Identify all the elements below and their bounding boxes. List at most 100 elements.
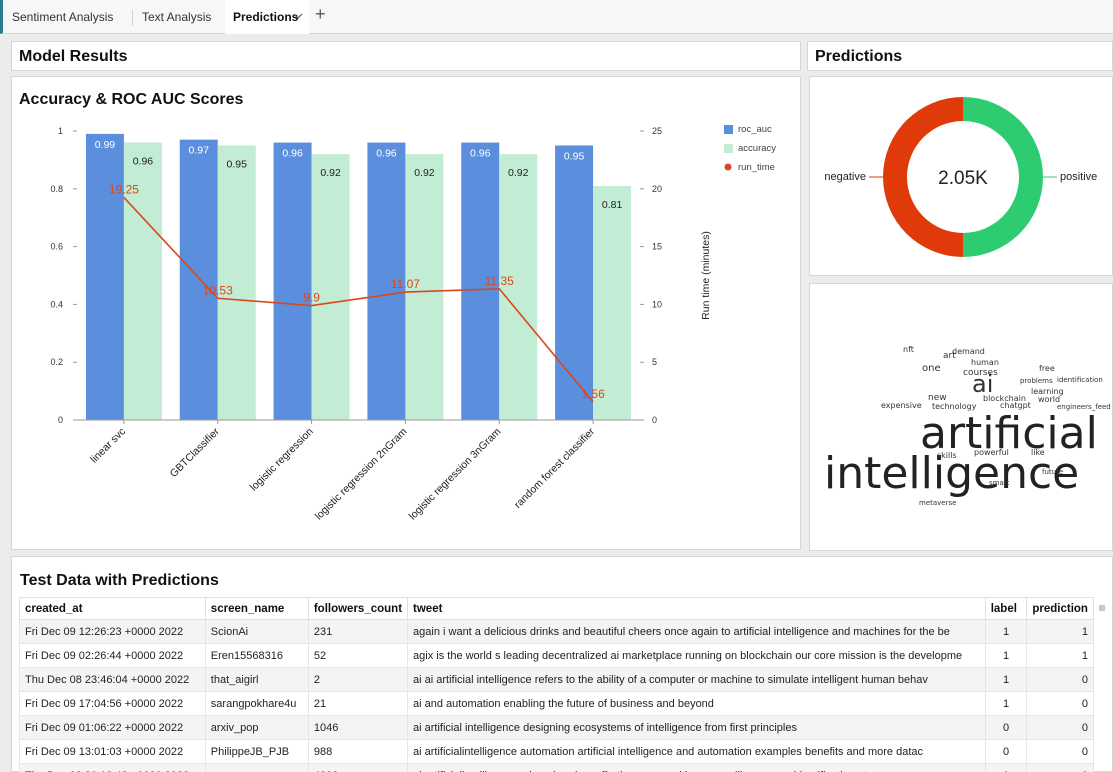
- column-header-tweet[interactable]: tweet: [407, 597, 986, 620]
- word-cloud-word: demand: [952, 347, 985, 356]
- legend-swatch: [724, 144, 733, 153]
- add-tab-icon[interactable]: +: [315, 4, 326, 25]
- y-tick-label: 0.2: [50, 357, 63, 367]
- cell-screen-name: that_aigirl: [204, 667, 309, 692]
- cell-tweet: ai ai artificial intelligence refers to …: [407, 667, 986, 692]
- cell-prediction: 0: [1026, 739, 1094, 764]
- bar-accuracy: [593, 185, 632, 420]
- bar-value-label: 0.96: [470, 148, 491, 160]
- y2-tick-label: 15: [652, 242, 662, 252]
- bar-value-label: 0.92: [320, 167, 341, 179]
- tab-text-analysis[interactable]: Text Analysis: [136, 0, 221, 34]
- x-tick-label: linear svc: [88, 426, 128, 466]
- x-tick-label: logistic regression: [248, 426, 316, 494]
- bar-value-label: 0.95: [227, 158, 248, 170]
- cell-label: 1: [984, 667, 1028, 692]
- predictions-donut-panel: positive negative 2.05K: [809, 76, 1113, 276]
- word-cloud-word: blockchain: [983, 394, 1026, 403]
- bar-value-label: 0.95: [564, 150, 585, 162]
- word-cloud-word: nft: [903, 345, 914, 354]
- y2-axis-label: Run time (minutes): [700, 231, 712, 320]
- y-tick-label: 0.4: [50, 299, 63, 309]
- cell-created-at: Fri Dec 09 01:06:22 +0000 2022: [19, 715, 206, 740]
- chevron-down-icon[interactable]: [293, 11, 303, 21]
- model-results-header: Model Results: [11, 41, 801, 71]
- run-time-label: 10.53: [203, 283, 233, 297]
- run-time-label: 11.35: [485, 274, 514, 288]
- bar-value-label: 0.96: [376, 148, 397, 160]
- bar-value-label: 0.96: [282, 148, 303, 160]
- cell-created-at: Fri Dec 09 12:26:23 +0000 2022: [19, 619, 206, 644]
- tab-separator: [132, 10, 133, 26]
- table-row[interactable]: Fri Dec 09 13:01:03 +0000 2022 PhilippeJ…: [19, 739, 1094, 764]
- table-row[interactable]: Fri Dec 09 17:04:56 +0000 2022 sarangpok…: [19, 691, 1094, 716]
- y2-tick-label: 25: [652, 126, 662, 136]
- cell-label: 1: [984, 643, 1028, 668]
- bar-roc-auc: [273, 142, 312, 420]
- y-tick-label: 0.6: [50, 242, 63, 252]
- run-time-label: 11.07: [391, 277, 420, 291]
- word-cloud-word: future: [1042, 468, 1064, 476]
- bar-roc-auc: [179, 139, 218, 421]
- cell-followers-count: 231: [307, 619, 409, 644]
- column-header-created-at[interactable]: created_at: [19, 597, 206, 620]
- word-cloud-word: free: [1039, 364, 1055, 373]
- word-cloud-word: engineers_feed: [1057, 403, 1111, 411]
- legend-swatch: [724, 163, 732, 171]
- run-time-label: 9.9: [303, 291, 320, 305]
- legend-label: roc_auc: [738, 124, 772, 135]
- word-cloud-word: one: [922, 363, 941, 374]
- y2-tick-label: 5: [652, 357, 657, 367]
- cell-followers-count: 52: [307, 643, 409, 668]
- column-header-screen-name[interactable]: screen_name: [204, 597, 309, 620]
- word-cloud-word: chatgpt: [1000, 401, 1031, 410]
- y2-tick-label: 10: [652, 299, 662, 309]
- column-header-prediction[interactable]: prediction: [1026, 597, 1094, 620]
- table-scrollbar[interactable]: [1099, 605, 1105, 611]
- cell-label: 1: [984, 763, 1028, 772]
- tab-bar: Sentiment Analysis Text Analysis Predict…: [0, 0, 1113, 34]
- word-cloud-word: smart: [989, 479, 1010, 487]
- y-tick-label: 0: [58, 415, 63, 425]
- table-row[interactable]: Fri Dec 09 01:06:22 +0000 2022 arxiv_pop…: [19, 715, 1094, 740]
- cell-prediction: 0: [1026, 763, 1094, 772]
- bar-value-label: 0.81: [602, 199, 623, 211]
- cell-created-at: Fri Dec 09 17:04:56 +0000 2022: [19, 691, 206, 716]
- cell-prediction: 1: [1026, 619, 1094, 644]
- cell-created-at: Thu Dec 08 20:19:42 +0000 2022: [19, 763, 206, 772]
- column-header-label[interactable]: label: [984, 597, 1028, 620]
- word-cloud-word: identification: [1057, 376, 1103, 384]
- predictions-header: Predictions: [807, 41, 1113, 71]
- word-cloud-word: courses: [963, 368, 998, 378]
- bar-value-label: 0.96: [133, 156, 154, 168]
- legend-label: accuracy: [738, 143, 776, 154]
- x-tick-label: GBTClassifier: [168, 425, 223, 480]
- column-header-followers-count[interactable]: followers_count: [307, 597, 409, 620]
- cell-followers-count: 21: [307, 691, 409, 716]
- table-row[interactable]: Thu Dec 08 23:46:04 +0000 2022 that_aigi…: [19, 667, 1094, 692]
- word-cloud-word: expensive: [881, 401, 922, 410]
- accuracy-chart-panel: Accuracy & ROC AUC Scores 0.99 0.96 0.97 0.…: [11, 76, 801, 550]
- table-row[interactable]: Fri Dec 09 02:26:44 +0000 2022 Eren15568…: [19, 643, 1094, 668]
- cell-prediction: 0: [1026, 667, 1094, 692]
- run-time-label: 19.25: [109, 182, 139, 196]
- cell-label: 1: [984, 691, 1028, 716]
- bar-value-label: 0.92: [414, 167, 435, 179]
- table-row[interactable]: Thu Dec 08 20:19:42 +0000 2022 rvp 4832 …: [19, 763, 1094, 772]
- cell-label: 1: [984, 619, 1028, 644]
- tab-sentiment-analysis[interactable]: Sentiment Analysis: [6, 0, 132, 34]
- table-row[interactable]: Fri Dec 09 12:26:23 +0000 2022 ScionAi 2…: [19, 619, 1094, 644]
- wordcloud-panel: artificial intelligence ai one courses art hum…: [809, 283, 1113, 551]
- cell-followers-count: 4832: [307, 763, 409, 772]
- tab-predictions-label: Predictions: [233, 10, 299, 24]
- x-tick-label: logistic regression 3nGram: [407, 425, 504, 522]
- donut-label-positive: positive: [1060, 171, 1097, 183]
- word-cloud-word: skills: [937, 451, 957, 460]
- cell-prediction: 0: [1026, 691, 1094, 716]
- cell-tweet: again i want a delicious drinks and beau…: [407, 619, 986, 644]
- table-header-row: created_at screen_name followers_count t…: [19, 597, 1094, 620]
- bar-value-label: 0.97: [189, 145, 210, 157]
- cell-label: 0: [984, 715, 1028, 740]
- word-cloud-word: metaverse: [919, 499, 957, 507]
- word-cloud-word: learning: [1031, 387, 1064, 396]
